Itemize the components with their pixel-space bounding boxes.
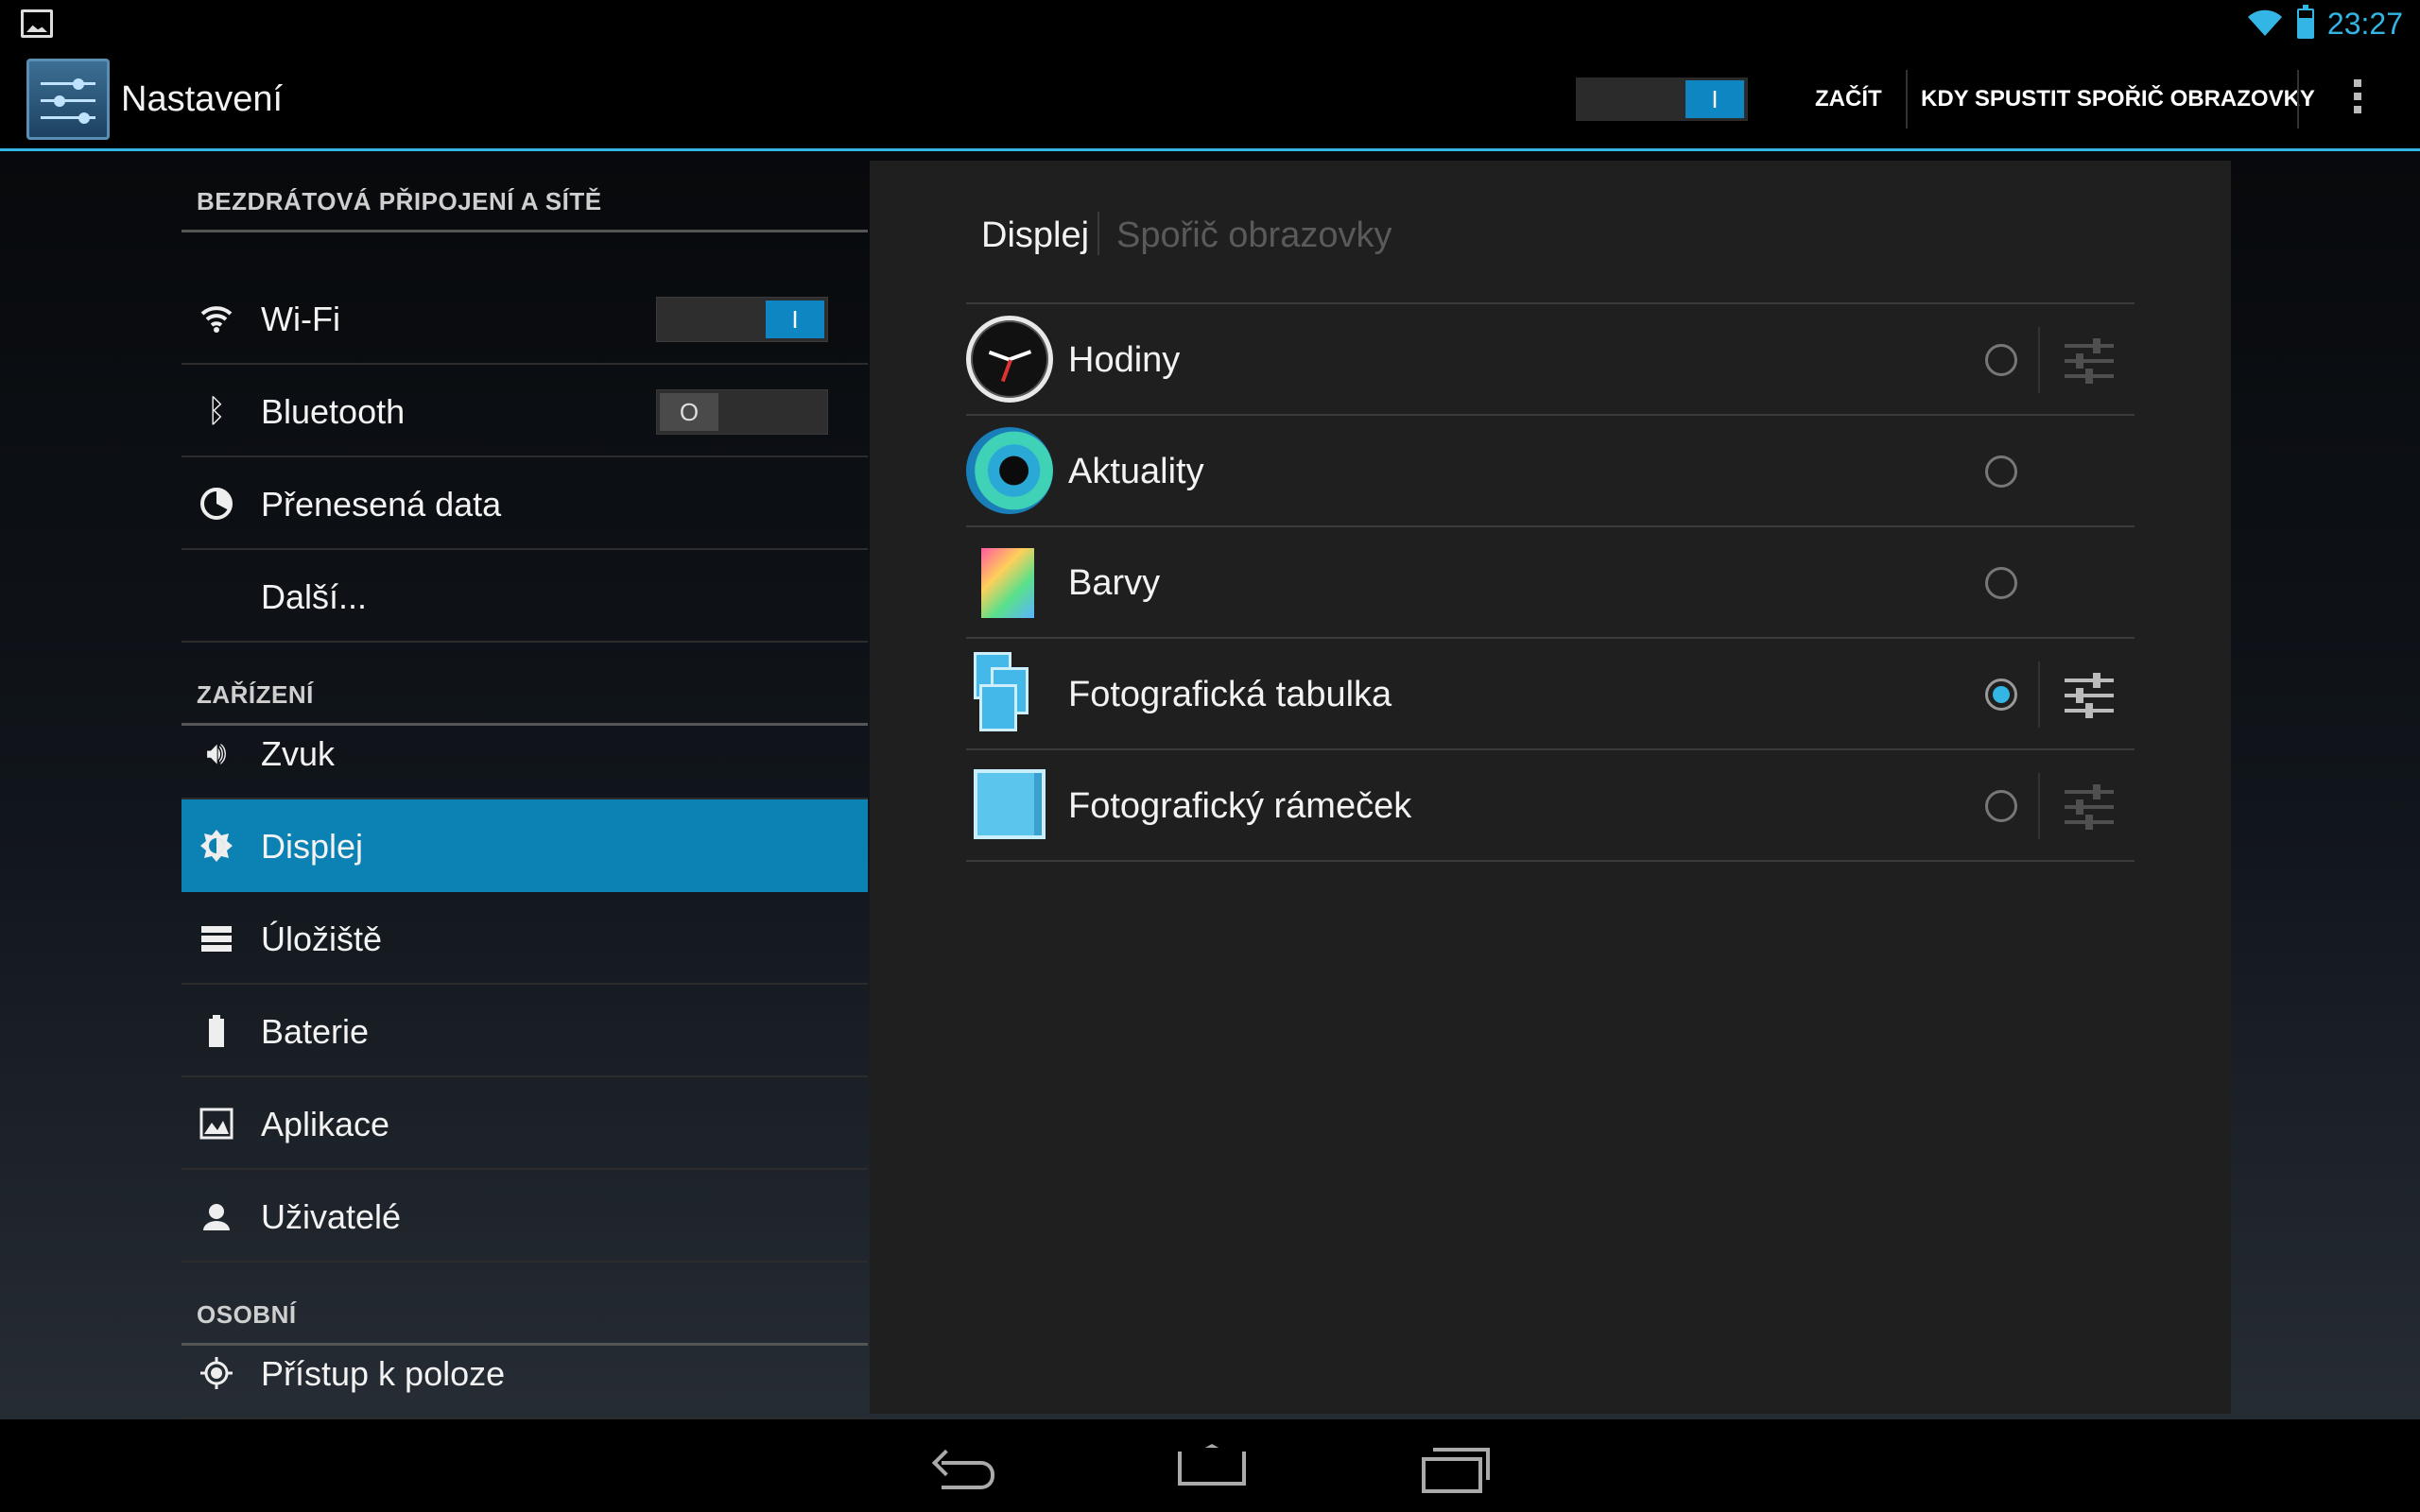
wifi-switch[interactable]: I [656, 297, 828, 342]
sidebar-item-label: Zvuk [261, 734, 336, 773]
sidebar-item-more[interactable]: Další... [182, 550, 868, 643]
switch-thumb: O [660, 393, 718, 431]
navigation-bar [0, 1419, 2420, 1512]
sidebar-item-users[interactable]: Uživatelé [182, 1170, 868, 1263]
start-button[interactable]: ZAČÍT [1800, 68, 1897, 130]
sidebar-item-label: Bluetooth [261, 392, 406, 431]
data-usage-icon [200, 488, 233, 520]
status-bar: 23:27 [0, 0, 2420, 47]
sidebar-item-label: Uživatelé [261, 1197, 402, 1236]
recent-apps-icon[interactable] [1418, 1444, 1490, 1493]
screensaver-radio[interactable] [1985, 790, 2017, 822]
sidebar-item-display[interactable]: Displej [182, 799, 868, 892]
speaker-icon: 🔊︎ [206, 735, 227, 771]
sidebar-item-apps[interactable]: Aplikace [182, 1077, 868, 1170]
user-icon [203, 1204, 230, 1230]
action-bar: Nastavení I ZAČÍT KDY SPUSTIT SPOŘIČ OBR… [0, 47, 2420, 151]
screensaver-row-colors[interactable]: Barvy [966, 527, 2135, 639]
when-to-start-button[interactable]: KDY SPUSTIT SPOŘIČ OBRAZOVKY [1906, 68, 2330, 130]
screensaver-label: Hodiny [1068, 340, 1181, 380]
apps-icon [199, 1108, 233, 1140]
app-title: Nastavení [121, 79, 284, 119]
wifi-icon [2247, 9, 2282, 37]
sidebar-item-location[interactable]: Přístup k poloze [182, 1327, 868, 1419]
screensaver-row-clock[interactable]: Hodiny [966, 304, 2135, 416]
photo-frame-icon [974, 769, 1046, 839]
wifi-icon [200, 306, 233, 333]
sidebar-item-label: Baterie [261, 1012, 370, 1051]
back-icon[interactable] [934, 1444, 1006, 1489]
switch-thumb: I [1685, 80, 1744, 118]
location-icon [200, 1357, 233, 1389]
sidebar-item-label: Wi-Fi [261, 300, 340, 338]
sidebar-item-storage[interactable]: Úložiště [182, 892, 868, 985]
screensaver-row-photo-frame[interactable]: Fotografický rámeček [966, 750, 2135, 862]
screensaver-radio[interactable] [1985, 567, 2017, 599]
sidebar-item-label: Úložiště [261, 919, 383, 958]
screensaver-radio[interactable] [1985, 344, 2017, 376]
switch-thumb: I [766, 301, 824, 338]
colors-icon [981, 548, 1034, 618]
bluetooth-icon: ᛒ [206, 393, 227, 429]
settings-app-icon[interactable] [26, 59, 110, 140]
sidebar-item-label: Displej [261, 827, 364, 866]
brightness-icon [200, 830, 233, 862]
sidebar-item-label: Přenesená data [261, 485, 502, 524]
settings-divider [2038, 327, 2040, 393]
screensaver-label: Barvy [1068, 563, 1161, 603]
settings-sidebar: BEZDRÁTOVÁ PŘIPOJENÍ A SÍTĚ Wi-Fi I ᛒ Bl… [182, 151, 868, 1419]
settings-sliders-icon[interactable] [2065, 782, 2114, 830]
screensaver-master-switch[interactable]: I [1576, 77, 1748, 121]
sidebar-item-wifi[interactable]: Wi-Fi I [182, 272, 868, 365]
bluetooth-switch[interactable]: O [656, 389, 828, 435]
breadcrumb-current: Spořič obrazovky [1116, 215, 1392, 255]
gallery-notification-icon [21, 9, 53, 38]
settings-divider [2038, 773, 2040, 839]
sidebar-item-bluetooth[interactable]: ᛒ Bluetooth O [182, 365, 868, 457]
sidebar-item-label: Aplikace [261, 1105, 390, 1143]
screensaver-radio[interactable] [1985, 455, 2017, 488]
sidebar-item-data-usage[interactable]: Přenesená data [182, 457, 868, 550]
photo-table-icon [966, 650, 1053, 737]
sidebar-item-label: Další... [261, 577, 368, 616]
home-icon[interactable] [1174, 1444, 1246, 1487]
sidebar-item-label: Přístup k poloze [261, 1354, 506, 1393]
breadcrumb-parent[interactable]: Displej [981, 215, 1089, 256]
sidebar-item-battery[interactable]: Baterie [182, 985, 868, 1077]
screensaver-radio[interactable] [1985, 679, 2017, 711]
overflow-menu-icon[interactable] [2348, 76, 2367, 123]
clock-icon [966, 316, 1053, 403]
settings-divider [2038, 662, 2040, 728]
screensaver-row-photo-table[interactable]: Fotografická tabulka [966, 639, 2135, 750]
screensaver-label: Fotografický rámeček [1068, 786, 1412, 826]
currents-icon [966, 427, 1053, 514]
screensaver-label: Fotografická tabulka [1068, 675, 1392, 714]
storage-icon [201, 926, 232, 952]
sidebar-item-sound[interactable]: 🔊︎ Zvuk [182, 707, 868, 799]
clock-time: 23:27 [2326, 6, 2403, 41]
breadcrumb-divider [1098, 212, 1099, 255]
screensaver-panel: Displej Spořič obrazovky Hodiny Aktualit… [870, 161, 2231, 1414]
settings-sliders-icon[interactable] [2065, 336, 2114, 384]
battery-icon [2296, 5, 2314, 39]
action-divider [2297, 70, 2299, 129]
screensaver-label: Aktuality [1068, 452, 1204, 491]
battery-icon [209, 1015, 224, 1047]
settings-sliders-icon[interactable] [2065, 671, 2114, 718]
screensaver-row-currents[interactable]: Aktuality [966, 416, 2135, 527]
section-header-wireless: BEZDRÁTOVÁ PŘIPOJENÍ A SÍTĚ [182, 151, 868, 232]
